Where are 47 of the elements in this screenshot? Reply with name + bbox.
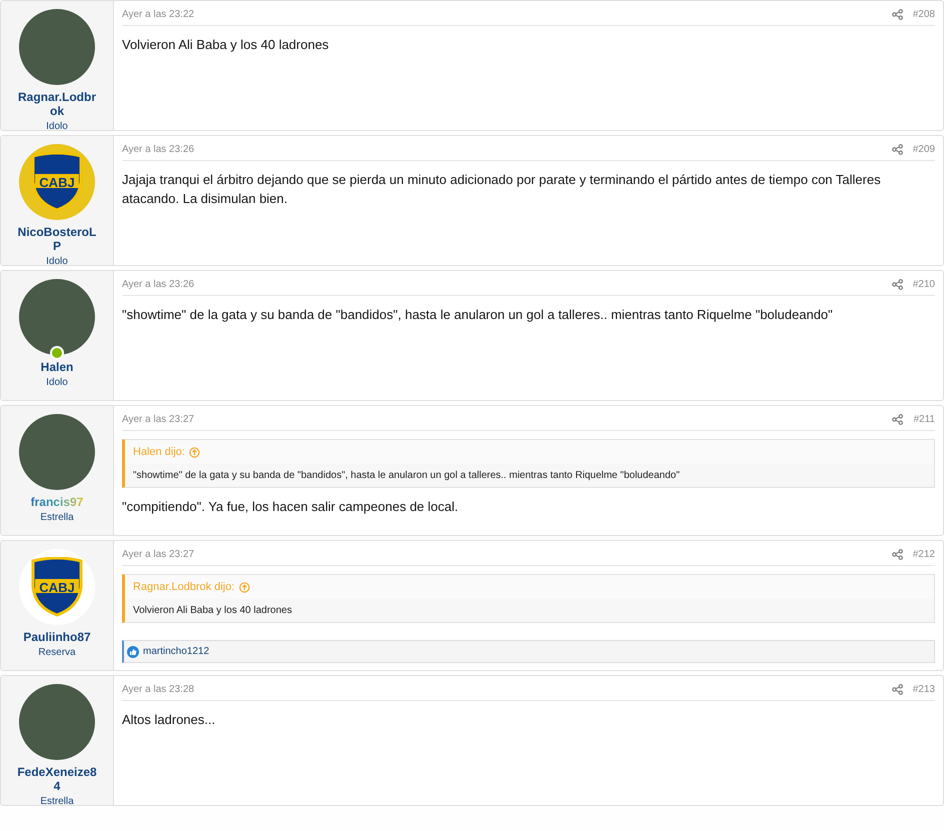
shield-icon <box>31 152 83 212</box>
share-icon[interactable] <box>892 279 903 290</box>
reaction-user-link[interactable]: martincho1212 <box>143 644 210 659</box>
user-title: Estrella <box>40 795 74 809</box>
crest-text: CABJ <box>39 176 75 188</box>
post-number[interactable]: #210 <box>912 277 935 292</box>
post-message: Volvieron Ali Baba y los 40 ladrones <box>122 36 330 54</box>
shield-icon <box>31 557 83 617</box>
post-message: "showtime" de la gata y su banda de "bandidos", hasta le anularon un gol a talleres.. mientras tanto Riquelme "boludeando" <box>122 306 834 324</box>
post-message: Jajaja tranqui el árbitro dejando que se pierda un minuto adicionado por parate y terminando el pártido antes de tiempo con Talleres atacando. La disimulan bien. <box>122 171 882 208</box>
thumbs-up-icon <box>127 646 139 658</box>
post-number[interactable]: #211 <box>913 412 935 427</box>
user-title: Idolo <box>46 255 68 269</box>
share-icon[interactable] <box>892 144 903 155</box>
post-number[interactable]: #208 <box>912 7 935 22</box>
post-time[interactable]: Ayer a las 23:22 <box>122 7 194 22</box>
username-link[interactable]: Halen <box>40 360 74 374</box>
user-title: Idolo <box>46 376 68 390</box>
username-link[interactable]: Ragnar.Lodbrok <box>16 90 98 118</box>
username-link[interactable]: NicoBosteroLP <box>16 225 98 253</box>
post-time[interactable]: Ayer a las 23:26 <box>122 277 194 292</box>
share-icon[interactable] <box>892 684 903 695</box>
share-icon[interactable] <box>892 9 903 20</box>
username-link[interactable]: Pauliinho87 <box>23 630 91 644</box>
user-title: Reserva <box>38 646 76 660</box>
quote-text: "showtime" de la gata y su banda de "bandidos", hasta le anularon un gol a talleres.. mientras tanto Riquelme "boludeando" <box>132 468 681 482</box>
post-time[interactable]: Ayer a las 23:28 <box>122 682 194 697</box>
post-message: Altos ladrones... <box>122 711 216 729</box>
post-time[interactable]: Ayer a las 23:27 <box>122 412 194 427</box>
post-time[interactable]: Ayer a las 23:27 <box>122 547 194 562</box>
share-icon[interactable] <box>892 549 903 560</box>
username-link[interactable]: FedeXeneize84 <box>16 765 98 793</box>
username-link[interactable]: francis97 <box>30 495 84 509</box>
user-title: Idolo <box>46 120 68 134</box>
crest-avatar[interactable]: CABJ <box>19 144 95 220</box>
post-number[interactable]: #213 <box>912 682 935 697</box>
post-number[interactable]: #212 <box>912 547 935 562</box>
quote-author[interactable]: Halen dijo: <box>133 444 185 460</box>
quote-text: Volvieron Ali Baba y los 40 ladrones <box>132 604 293 618</box>
user-title: Estrella <box>40 511 74 525</box>
share-icon[interactable] <box>892 414 904 425</box>
post-message: "compitiendo". Ya fue, los hacen salir campeones de local. <box>122 498 460 516</box>
quote-author[interactable]: Ragnar.Lodbrok dijo: <box>133 579 235 596</box>
crest-text: CABJ <box>39 580 75 594</box>
post-number[interactable]: #209 <box>912 142 935 157</box>
crest-avatar[interactable]: CABJ <box>19 549 95 625</box>
post-time[interactable]: Ayer a las 23:26 <box>122 142 194 157</box>
